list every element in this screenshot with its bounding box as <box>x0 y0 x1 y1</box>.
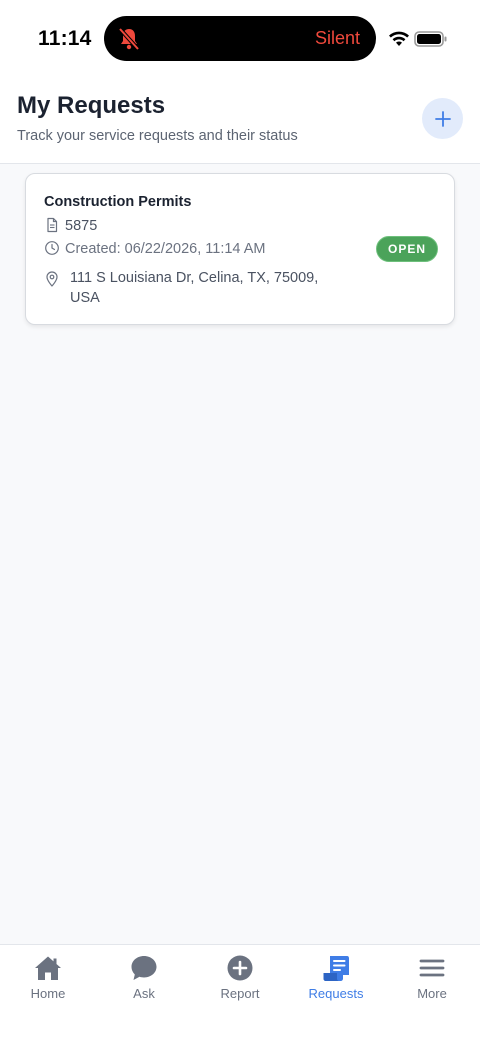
location-pin-icon <box>46 271 58 287</box>
request-address-row: 111 S Louisiana Dr, Celina, TX, 75009, U… <box>44 268 330 308</box>
document-icon <box>47 217 58 233</box>
request-created-date: Created: 06/22/2026, 11:14 AM <box>65 241 266 257</box>
tab-ask[interactable]: Ask <box>96 945 192 1015</box>
request-created-row: Created: 06/22/2026, 11:14 AM <box>44 239 265 259</box>
request-address: 111 S Louisiana Dr, Celina, TX, 75009, U… <box>70 270 319 306</box>
add-request-button[interactable] <box>422 98 463 139</box>
tab-report-label: Report <box>220 986 260 1001</box>
plus-icon <box>434 110 451 127</box>
tab-requests[interactable]: Requests <box>288 945 384 1015</box>
request-category: Construction Permits <box>44 194 192 210</box>
tab-more-label: More <box>417 986 447 1001</box>
wifi-icon <box>389 31 409 46</box>
plus-circle-icon <box>227 955 253 981</box>
bottom-tab-bar: Home Ask Report Requests More <box>0 944 480 1043</box>
status-badge: OPEN <box>376 236 438 262</box>
chat-bubble-icon <box>131 956 157 980</box>
menu-icon <box>419 959 445 977</box>
request-id: 5875 <box>65 218 98 234</box>
status-time: 11:14 <box>38 27 92 50</box>
bell-slash-icon <box>118 27 140 51</box>
tab-requests-label: Requests <box>308 986 364 1001</box>
home-icon <box>35 956 61 980</box>
page-subtitle: Track your service requests and their st… <box>17 128 298 144</box>
page-header: My Requests Track your service requests … <box>0 80 480 164</box>
clock-icon <box>45 241 59 255</box>
tab-report[interactable]: Report <box>192 945 288 1015</box>
silent-label: Silent <box>314 28 360 48</box>
battery-icon <box>414 31 447 47</box>
tab-more[interactable]: More <box>384 945 480 1015</box>
dynamic-island: Silent <box>104 16 376 61</box>
status-bar: 11:14 Silent <box>0 0 480 80</box>
page-title: My Requests <box>17 92 166 119</box>
tab-home-label: Home <box>30 986 66 1001</box>
requests-scroll-icon <box>323 956 349 981</box>
tab-ask-label: Ask <box>133 986 155 1001</box>
request-card[interactable]: Construction Permits 5875 Created: 06/22… <box>25 173 455 325</box>
request-id-row: 5875 <box>44 216 97 236</box>
tab-home[interactable]: Home <box>0 945 96 1015</box>
